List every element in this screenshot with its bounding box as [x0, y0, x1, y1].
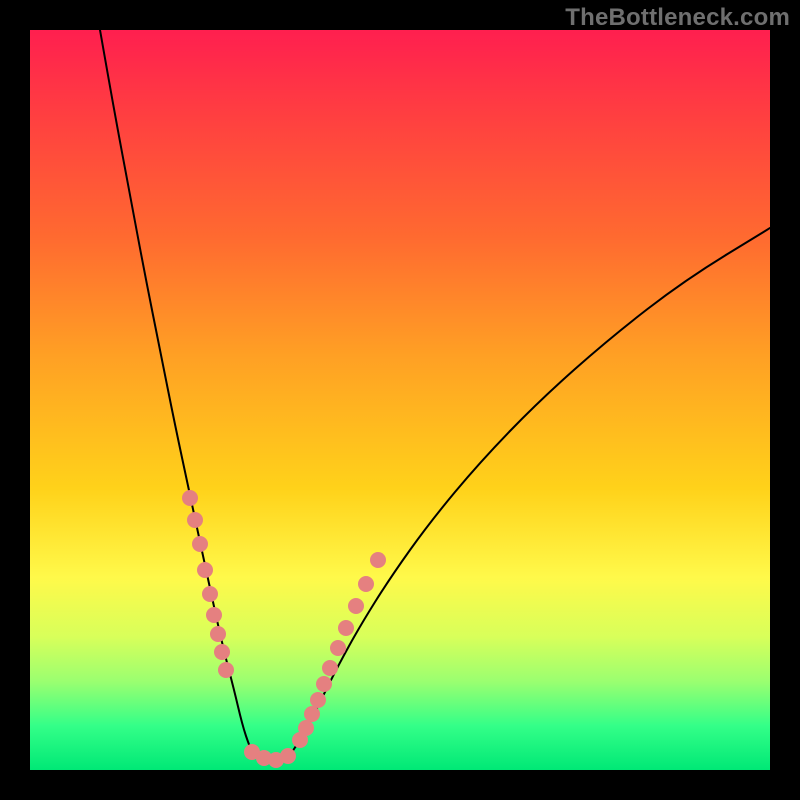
curve-group	[100, 30, 770, 760]
data-marker	[192, 536, 208, 552]
data-marker	[214, 644, 230, 660]
marker-group	[182, 490, 386, 768]
plot-area	[30, 30, 770, 770]
data-marker	[370, 552, 386, 568]
curve-left-curve	[100, 30, 252, 752]
data-marker	[310, 692, 326, 708]
data-marker	[197, 562, 213, 578]
data-marker	[182, 490, 198, 506]
data-marker	[338, 620, 354, 636]
chart-stage: TheBottleneck.com	[0, 0, 800, 800]
data-marker	[322, 660, 338, 676]
data-marker	[358, 576, 374, 592]
data-marker	[316, 676, 332, 692]
chart-svg	[30, 30, 770, 770]
data-marker	[210, 626, 226, 642]
watermark-label: TheBottleneck.com	[565, 4, 790, 32]
data-marker	[304, 706, 320, 722]
data-marker	[218, 662, 234, 678]
data-marker	[298, 720, 314, 736]
data-marker	[187, 512, 203, 528]
data-marker	[348, 598, 364, 614]
data-marker	[280, 748, 296, 764]
data-marker	[206, 607, 222, 623]
curve-right-curve	[292, 228, 770, 752]
data-marker	[330, 640, 346, 656]
data-marker	[202, 586, 218, 602]
